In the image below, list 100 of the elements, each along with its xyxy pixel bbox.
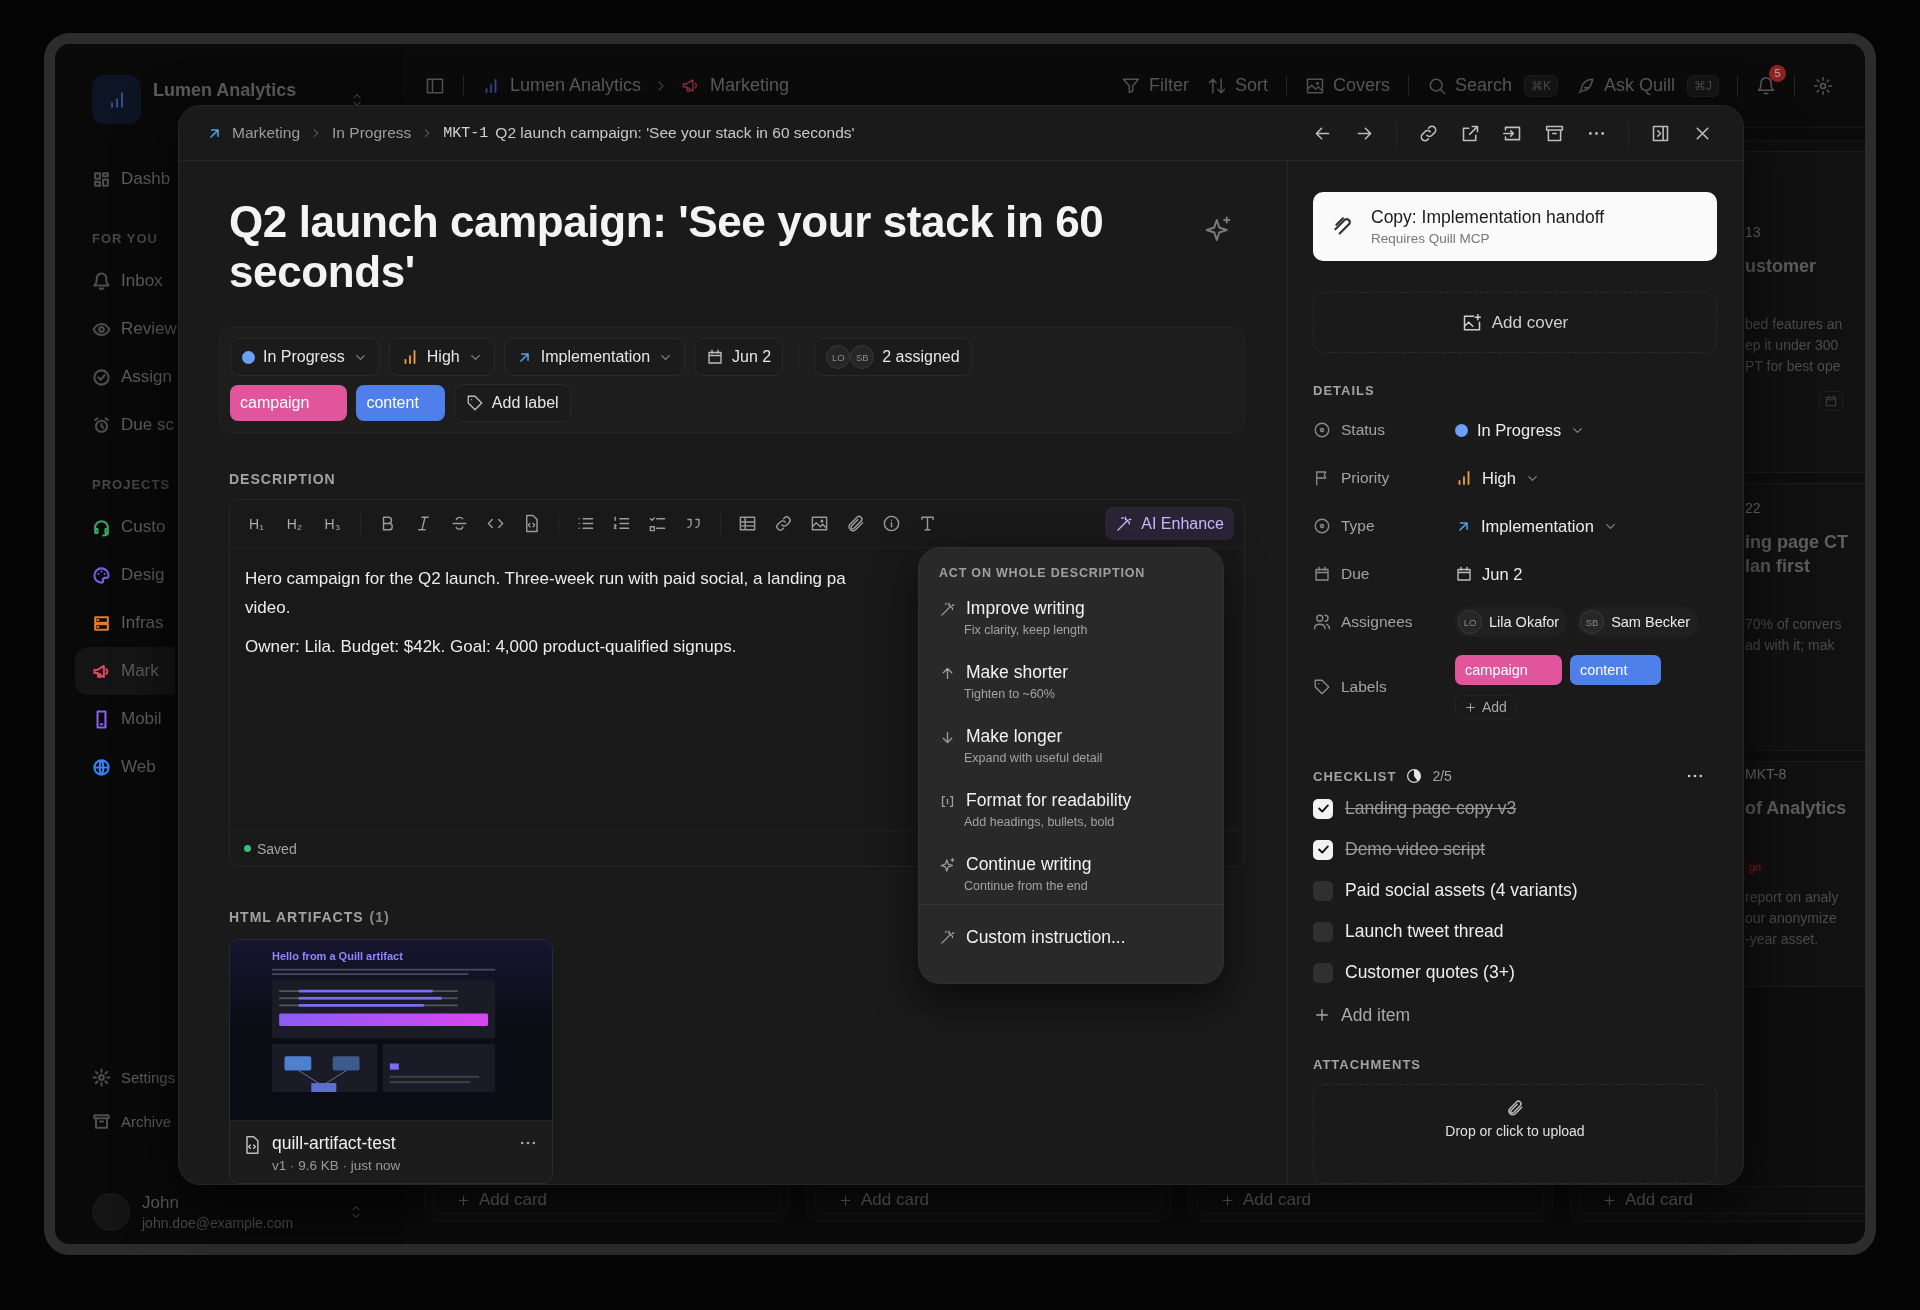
add-label-button[interactable]: Add — [1455, 695, 1516, 719]
card-title: ustomer — [1745, 255, 1817, 278]
avatar-initials: SB — [1580, 610, 1605, 634]
checklist-icon[interactable] — [648, 514, 667, 533]
field-label: Priority — [1341, 469, 1390, 487]
status-dropdown[interactable]: In Progress — [230, 338, 380, 376]
section-heading: FOR YOU — [91, 231, 158, 246]
menu-item-title: Format for readability — [966, 790, 1132, 811]
checklist-item: Launch tweet thread — [1345, 921, 1504, 942]
menu-item[interactable]: Continue writing Continue from the end — [929, 848, 1213, 912]
upload-hint: Drop or click to upload — [1445, 1123, 1585, 1139]
heading-button[interactable]: H₃ — [322, 515, 343, 532]
assignee-chip[interactable]: SB Sam Becker — [1577, 607, 1699, 637]
label-tag[interactable]: content — [1569, 655, 1662, 685]
link-icon[interactable] — [774, 514, 793, 533]
menu-item-title: Continue writing — [966, 854, 1092, 875]
section-heading: DESCRIPTION — [229, 471, 337, 487]
add-label-button[interactable]: Add label — [453, 384, 571, 422]
card-id: MKT-8 — [1745, 766, 1788, 782]
issue-key: MKT-1 — [443, 124, 489, 142]
due-date-button[interactable]: Jun 2 — [694, 338, 784, 376]
type-dropdown[interactable]: Implementation — [1455, 516, 1618, 536]
description-text: video. — [245, 597, 291, 619]
menu-item-title: Make shorter — [966, 662, 1069, 683]
label-tag[interactable]: campaign — [1455, 655, 1562, 685]
artifact-card[interactable]: Hello from a Quill artifact quill-artifact-test v1 · 9.6 KB · just now — [229, 939, 553, 1184]
label-tag[interactable]: campaign — [230, 385, 348, 421]
checkbox[interactable] — [1313, 798, 1333, 819]
action-title: Copy: Implementation handoff — [1371, 207, 1605, 228]
field-label: Status — [1341, 421, 1385, 439]
calendar-icon — [706, 348, 725, 366]
save-status-text: Saved — [257, 840, 297, 857]
workspace-logo[interactable] — [92, 75, 141, 124]
add-item-button[interactable]: Add item — [1313, 993, 1717, 1037]
menu-item-title: Make longer — [966, 726, 1064, 747]
field-label: Type — [1341, 517, 1375, 535]
magic-wand-icon — [939, 601, 956, 618]
type-dropdown[interactable]: Implementation — [503, 338, 686, 376]
menu-item[interactable]: Custom instruction... — [929, 917, 1213, 957]
notifications-icon[interactable] — [1756, 75, 1776, 96]
menu-item-hint: Continue from the end — [964, 879, 1089, 893]
card-tag: gn — [1745, 860, 1766, 874]
plus-icon — [1464, 700, 1477, 714]
avatar-initials: SB — [850, 345, 875, 369]
artifact-count: (1) — [369, 909, 390, 925]
section-heading: DETAILS — [1313, 383, 1376, 398]
menu-item[interactable]: Improve writing Fix clarity, keep length — [929, 592, 1213, 656]
field-label: Assignees — [1341, 613, 1413, 631]
section-heading: HTML ARTIFACTS — [229, 909, 364, 925]
preview-title: Hello from a Quill artifact — [272, 950, 404, 962]
menu-item[interactable]: Make longer Expand with useful detail — [929, 720, 1213, 784]
card-id: 22 — [1745, 500, 1762, 516]
image-plus-icon — [1461, 312, 1482, 333]
checkbox[interactable] — [1313, 839, 1333, 860]
priority-dropdown[interactable]: High — [388, 338, 495, 376]
brackets-icon — [939, 793, 956, 810]
heading-button[interactable]: H₂ — [284, 515, 305, 532]
assignee-chip[interactable]: LO Lila Okafor — [1455, 607, 1568, 637]
plus-icon — [1602, 1192, 1617, 1208]
action-card[interactable]: Copy: Implementation handoff Requires Quill MCP — [1313, 192, 1717, 261]
priority-dropdown[interactable]: High — [1455, 468, 1540, 488]
avatar-initials: LO — [1458, 610, 1482, 634]
status-dot — [242, 350, 255, 364]
assignees-button[interactable]: LO SB 2 assigned — [814, 338, 972, 376]
breadcrumb-link[interactable]: In Progress — [332, 124, 412, 142]
tag-icon — [1313, 678, 1331, 696]
field-label: Due — [1341, 565, 1370, 583]
calendar-icon — [1824, 394, 1838, 408]
section-heading: PROJECTS — [91, 477, 171, 492]
magic-wand-icon — [939, 928, 956, 946]
calendar-icon — [1313, 565, 1331, 583]
paperclip-icon[interactable] — [846, 514, 865, 533]
status-dropdown[interactable]: In Progress — [1455, 420, 1586, 440]
menu-item-hint: Fix clarity, keep length — [964, 623, 1088, 637]
heading-button[interactable]: H₁ — [246, 515, 267, 532]
ai-enhance-button[interactable]: AI Enhance — [1105, 507, 1234, 540]
table-icon[interactable] — [738, 514, 757, 533]
description-text: Owner: Lila. Budget: $42k. Goal: 4,000 product-qualified signups. — [245, 636, 737, 658]
text-icon[interactable] — [918, 514, 937, 533]
tag-icon — [465, 394, 484, 412]
upload-dropzone[interactable]: Drop or click to upload — [1313, 1084, 1717, 1184]
image-icon[interactable] — [810, 514, 829, 533]
menu-item-hint: Tighten to ~60% — [964, 687, 1056, 701]
info-icon[interactable] — [882, 514, 901, 533]
menu-item[interactable]: Format for readability Add headings, bullets, bold — [929, 784, 1213, 848]
checklist-item: Landing page copy v3 — [1345, 798, 1517, 819]
notification-badge: 5 — [1769, 64, 1786, 82]
plus-icon — [1313, 1006, 1331, 1024]
strikethrough-icon[interactable] — [450, 514, 469, 533]
menu-item-title: Improve writing — [966, 598, 1086, 619]
saved-dot — [244, 845, 251, 852]
label-tag[interactable]: content — [356, 385, 445, 421]
settings-icon[interactable] — [1813, 75, 1833, 96]
add-cover-button[interactable]: Add cover — [1313, 292, 1717, 353]
section-heading: ATTACHMENTS — [1313, 1057, 1422, 1072]
breadcrumb-link[interactable]: Marketing — [232, 124, 301, 142]
description-text: Hero campaign for the Q2 launch. Three-week run with paid social, a landing pa — [245, 568, 846, 590]
due-date-button[interactable]: Jun 2 — [1455, 564, 1523, 584]
user-email: john.doe@example.com — [142, 1215, 294, 1231]
menu-item[interactable]: Make shorter Tighten to ~60% — [929, 656, 1213, 720]
